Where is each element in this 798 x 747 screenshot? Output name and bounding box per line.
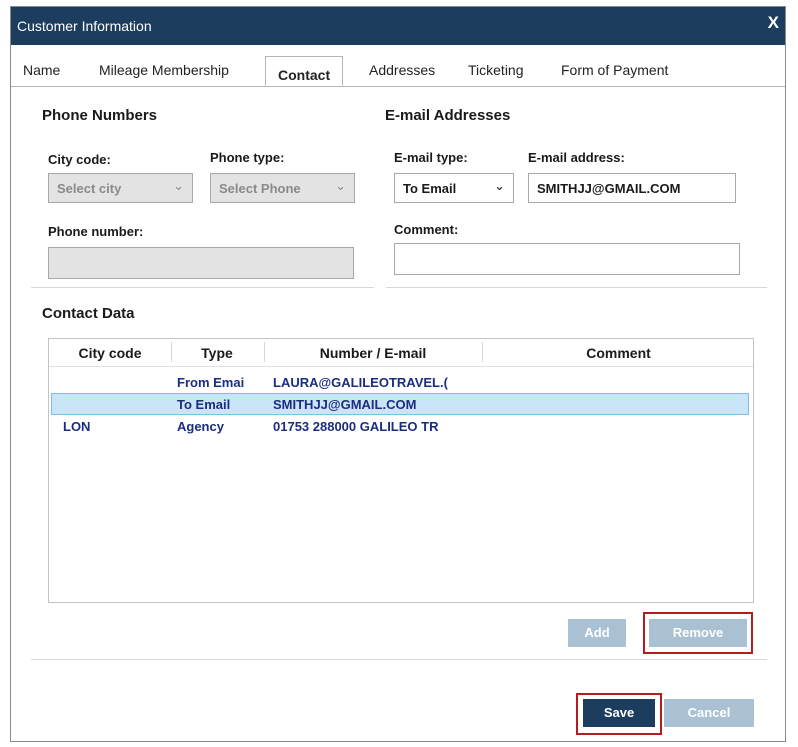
- customer-information-dialog: Customer Information X Name Mileage Memb…: [10, 6, 786, 742]
- remove-button-highlight: [643, 612, 753, 654]
- email-section-divider: [386, 287, 767, 288]
- cell-number-email: SMITHJJ@GMAIL.COM: [273, 397, 417, 412]
- email-type-value: To Email: [403, 181, 457, 196]
- table-row-selected[interactable]: To Email SMITHJJ@GMAIL.COM: [51, 393, 749, 415]
- cancel-button[interactable]: Cancel: [664, 699, 754, 727]
- cell-type: Agency: [177, 419, 224, 434]
- cell-number-email: 01753 288000 GALILEO TR: [273, 419, 439, 434]
- tab-form-of-payment[interactable]: Form of Payment: [561, 62, 668, 78]
- phone-type-label: Phone type:: [210, 150, 285, 165]
- cell-type: From Emai: [177, 375, 245, 390]
- comment-label: Comment:: [394, 222, 459, 237]
- city-code-label: City code:: [48, 152, 111, 167]
- column-header-comment[interactable]: Comment: [486, 345, 751, 361]
- tab-bar: Name Mileage Membership Contact Addresse…: [11, 56, 785, 87]
- email-addresses-heading: E-mail Addresses: [385, 107, 511, 124]
- column-header-city-code[interactable]: City code: [65, 345, 155, 361]
- column-divider: [264, 342, 265, 362]
- tab-contact[interactable]: Contact: [265, 56, 344, 86]
- close-icon[interactable]: X: [768, 13, 779, 33]
- table-row[interactable]: From Emai LAURA@GALILEOTRAVEL.(: [51, 371, 749, 393]
- tab-name[interactable]: Name: [23, 62, 60, 78]
- add-button[interactable]: Add: [568, 619, 626, 647]
- footer-divider: [31, 659, 767, 660]
- email-address-input[interactable]: SMITHJJ@GMAIL.COM: [528, 173, 736, 203]
- table-header: City code Type Number / E-mail Comment: [49, 339, 753, 367]
- column-header-type[interactable]: Type: [175, 345, 259, 361]
- column-divider: [482, 342, 483, 362]
- phone-type-select[interactable]: Select Phone ⌄: [210, 173, 355, 203]
- column-header-number-email[interactable]: Number / E-mail: [268, 345, 478, 361]
- column-divider: [171, 342, 172, 362]
- save-button-highlight: [576, 693, 662, 735]
- tab-addresses[interactable]: Addresses: [369, 62, 435, 78]
- contact-data-table: City code Type Number / E-mail Comment F…: [48, 338, 754, 603]
- city-code-value: Select city: [57, 181, 122, 196]
- phone-numbers-heading: Phone Numbers: [42, 107, 158, 124]
- phone-type-value: Select Phone: [219, 181, 301, 196]
- cell-city-code: LON: [63, 419, 91, 434]
- comment-input[interactable]: [394, 243, 740, 275]
- chevron-down-icon: ⌄: [173, 178, 184, 193]
- chevron-down-icon: ⌄: [494, 178, 505, 193]
- email-type-label: E-mail type:: [394, 150, 468, 165]
- contact-data-heading: Contact Data: [42, 305, 135, 322]
- phone-section-divider: [31, 287, 374, 288]
- title-bar[interactable]: Customer Information X: [11, 7, 785, 45]
- cell-number-email: LAURA@GALILEOTRAVEL.(: [273, 375, 448, 390]
- table-row[interactable]: LON Agency 01753 288000 GALILEO TR: [51, 415, 749, 437]
- city-code-select[interactable]: Select city ⌄: [48, 173, 193, 203]
- phone-number-label: Phone number:: [48, 224, 144, 239]
- cell-type: To Email: [177, 397, 231, 412]
- tab-mileage-membership[interactable]: Mileage Membership: [99, 62, 229, 78]
- dialog-title: Customer Information: [17, 18, 152, 34]
- email-address-label: E-mail address:: [528, 150, 625, 165]
- phone-number-input[interactable]: [48, 247, 354, 279]
- email-type-select[interactable]: To Email ⌄: [394, 173, 514, 203]
- chevron-down-icon: ⌄: [335, 178, 346, 193]
- tab-ticketing[interactable]: Ticketing: [468, 62, 524, 78]
